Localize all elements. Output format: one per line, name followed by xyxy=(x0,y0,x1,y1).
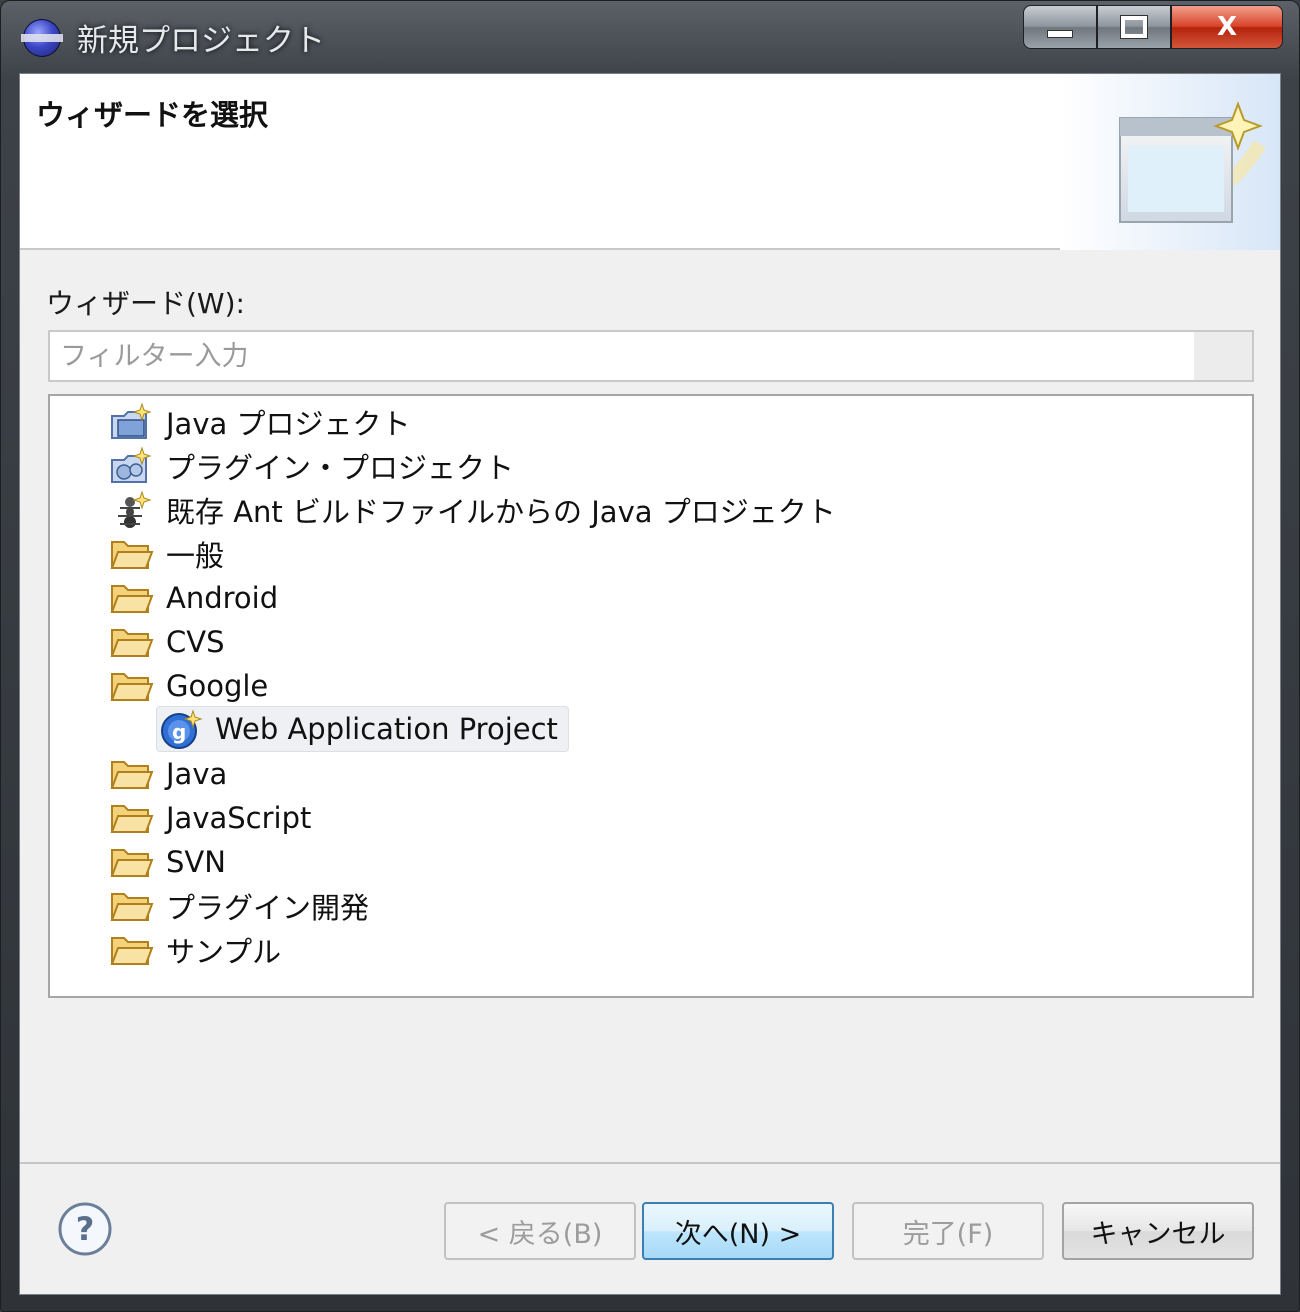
folder-icon xyxy=(110,585,154,613)
back-button[interactable]: < 戻る(B) xyxy=(444,1202,636,1260)
tree-folder-plugin-development[interactable]: プラグイン開発 xyxy=(110,884,369,928)
svg-text:g: g xyxy=(172,720,186,744)
tree-item-plugin-project[interactable]: プラグイン・プロジェクト xyxy=(110,444,514,488)
tree-item-label: 一般 xyxy=(166,539,225,573)
close-icon: X xyxy=(1216,12,1238,42)
help-glyph: ? xyxy=(76,1210,95,1248)
tree-folder-cvs[interactable]: CVS xyxy=(110,620,225,664)
java-project-icon xyxy=(111,402,152,439)
plugin-project-icon xyxy=(111,446,152,483)
new-project-dialog: 新規プロジェクト X ウィザードを選択 ウィザード(W): フィルター入力 Ja… xyxy=(0,0,1300,1312)
folder-icon xyxy=(110,893,154,921)
wizards-label: ウィザード(W): xyxy=(46,287,245,320)
dialog-client-area: ウィザードを選択 ウィザード(W): フィルター入力 Java プロジェクト プ… xyxy=(19,73,1281,1295)
tree-folder-javascript[interactable]: JavaScript xyxy=(110,796,311,840)
cancel-button[interactable]: キャンセル xyxy=(1062,1202,1254,1260)
window-title: 新規プロジェクト xyxy=(77,23,325,59)
minimize-icon xyxy=(1047,30,1073,38)
new-wizard-banner-icon xyxy=(1060,74,1280,250)
folder-icon xyxy=(110,761,154,789)
tree-item-label: サンプル xyxy=(166,935,282,969)
tree-item-java-project[interactable]: Java プロジェクト xyxy=(110,400,410,444)
folder-icon xyxy=(110,937,154,965)
folder-icon xyxy=(110,805,154,833)
eclipse-icon xyxy=(21,19,63,57)
tree-folder-samples[interactable]: サンプル xyxy=(110,928,281,972)
close-button[interactable]: X xyxy=(1171,5,1283,49)
folder-icon xyxy=(110,673,154,701)
tree-item-label: Google xyxy=(166,669,269,703)
title-bar[interactable]: 新規プロジェクト X xyxy=(1,1,1300,73)
wizard-tree[interactable]: Java プロジェクト プラグイン・プロジェクト 既存 Ant ビルドファイルか… xyxy=(48,394,1254,998)
tree-item-label: Web Application Project xyxy=(215,712,558,746)
tree-item-ant-java-project[interactable]: 既存 Ant ビルドファイルからの Java プロジェクト xyxy=(110,488,836,532)
button-bar-separator xyxy=(20,1162,1280,1164)
folder-icon xyxy=(110,629,154,657)
tree-item-label: Android xyxy=(166,581,279,615)
tree-item-label: プラグイン・プロジェクト xyxy=(166,451,515,485)
tree-folder-google[interactable]: Google xyxy=(110,664,268,708)
tree-item-label: プラグイン開発 xyxy=(166,891,370,925)
next-button[interactable]: 次へ(N) > xyxy=(642,1202,834,1260)
tree-item-label: Java xyxy=(166,757,228,791)
tree-item-web-application-project[interactable]: g Web Application Project xyxy=(156,706,569,752)
folder-icon xyxy=(110,541,154,569)
caption-buttons: X xyxy=(1023,5,1283,51)
filter-clear-area[interactable] xyxy=(1194,332,1252,380)
minimize-button[interactable] xyxy=(1023,5,1097,49)
maximize-button[interactable] xyxy=(1097,5,1171,49)
tree-item-label: Java プロジェクト xyxy=(166,407,411,441)
maximize-icon xyxy=(1120,15,1148,39)
google-web-app-icon: g xyxy=(161,709,203,749)
ant-buildfile-icon xyxy=(118,490,152,528)
folder-icon xyxy=(110,849,154,877)
tree-item-label: JavaScript xyxy=(166,801,312,835)
finish-button[interactable]: 完了(F) xyxy=(852,1202,1044,1260)
tree-folder-java[interactable]: Java xyxy=(110,752,227,796)
filter-field xyxy=(48,330,1254,382)
tree-folder-svn[interactable]: SVN xyxy=(110,840,226,884)
tree-folder-general[interactable]: 一般 xyxy=(110,532,224,576)
tree-item-label: SVN xyxy=(166,845,226,879)
filter-input[interactable] xyxy=(58,336,1188,376)
tree-item-label: 既存 Ant ビルドファイルからの Java プロジェクト xyxy=(166,495,836,529)
tree-folder-android[interactable]: Android xyxy=(110,576,278,620)
help-icon[interactable]: ? xyxy=(56,1200,114,1258)
wizard-banner: ウィザードを選択 xyxy=(20,74,1280,250)
tree-item-label: CVS xyxy=(166,625,225,659)
page-title: ウィザードを選択 xyxy=(36,98,269,132)
